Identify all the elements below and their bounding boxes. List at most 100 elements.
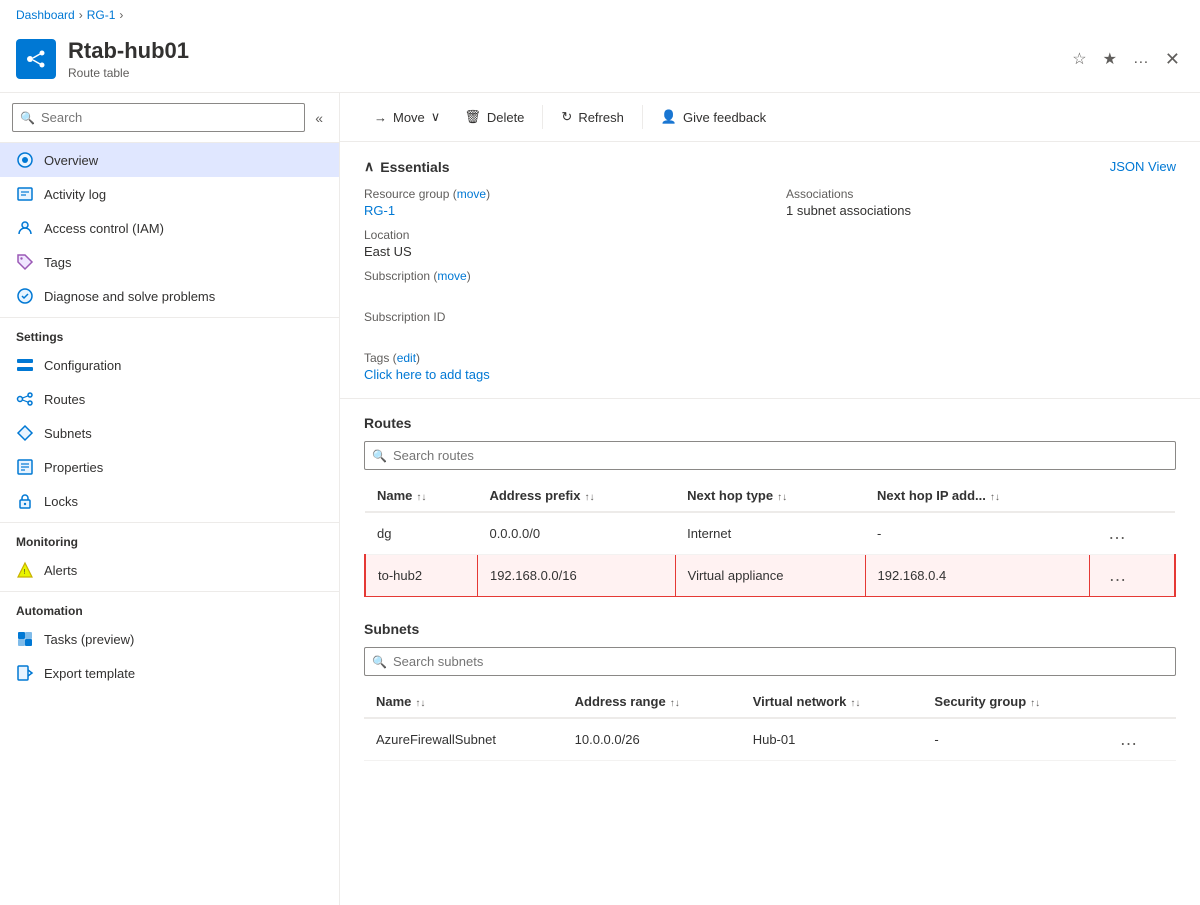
move-button[interactable]: → Move ∨	[364, 103, 450, 131]
subnets-table-header: Name↑↓ Address range↑↓ Virtual network↑↓…	[364, 686, 1176, 718]
collapse-sidebar-button[interactable]: «	[311, 106, 327, 130]
sidebar-item-label-overview: Overview	[44, 153, 98, 168]
delete-icon: 🗑	[464, 109, 481, 125]
subnets-col-sg: Security group↑↓	[922, 686, 1101, 718]
refresh-icon: ↻	[561, 109, 572, 125]
rg-value-link[interactable]: RG-1	[364, 203, 754, 218]
subnets-col-vnet: Virtual network↑↓	[741, 686, 923, 718]
breadcrumb: Dashboard › RG-1 ›	[0, 0, 1200, 30]
field-subscription: Subscription (move)	[364, 269, 754, 300]
tags-icon	[16, 253, 34, 271]
iam-icon	[16, 219, 34, 237]
feedback-button[interactable]: 👤 Give feedback	[651, 103, 776, 131]
overview-icon	[16, 151, 34, 169]
sidebar-item-tags[interactable]: Tags	[0, 245, 339, 279]
sort-icon-hop-type[interactable]: ↑↓	[777, 492, 787, 503]
subnets-search-input[interactable]	[364, 647, 1176, 676]
diagnose-icon	[16, 287, 34, 305]
routes-table-header: Name↑↓ Address prefix↑↓ Next hop type↑↓ …	[365, 480, 1175, 512]
sidebar-item-routes[interactable]: Routes	[0, 382, 339, 416]
routes-title: Routes	[364, 415, 1176, 431]
sidebar-item-tasks[interactable]: Tasks (preview)	[0, 622, 339, 656]
sidebar-item-diagnose[interactable]: Diagnose and solve problems	[0, 279, 339, 313]
move-rg-link[interactable]: move	[457, 187, 486, 201]
content-area: → Move ∨ 🗑 Delete ↻ Refresh 👤 Give feedb…	[340, 93, 1200, 905]
sidebar-item-activity-log[interactable]: Activity log	[0, 177, 339, 211]
table-row: AzureFirewallSubnet 10.0.0.0/26 Hub-01 -…	[364, 718, 1176, 761]
search-icon: 🔍	[20, 111, 35, 125]
sidebar-item-properties[interactable]: Properties	[0, 450, 339, 484]
config-icon	[16, 356, 34, 374]
essentials-grid: Resource group (move) RG-1 Location East…	[364, 187, 1176, 382]
header-actions: ☆ ★ … ✕	[1068, 45, 1184, 74]
sidebar-item-access-control[interactable]: Access control (IAM)	[0, 211, 339, 245]
more-options-button[interactable]: …	[1129, 46, 1153, 72]
essentials-header: ∧ Essentials JSON View	[364, 158, 1176, 175]
locks-icon	[16, 492, 34, 510]
field-associations: Associations 1 subnet associations	[786, 187, 1176, 218]
breadcrumb-dashboard[interactable]: Dashboard	[16, 8, 75, 22]
sort-icon-name[interactable]: ↑↓	[416, 492, 426, 503]
sidebar-item-label-locks: Locks	[44, 494, 78, 509]
sort-icon-subnet-sg[interactable]: ↑↓	[1030, 698, 1040, 709]
sidebar-item-export[interactable]: Export template	[0, 656, 339, 690]
subnet-more-button[interactable]: …	[1113, 727, 1143, 752]
subnets-table: Name↑↓ Address range↑↓ Virtual network↑↓…	[364, 686, 1176, 761]
sidebar-item-alerts[interactable]: ! Alerts	[0, 553, 339, 587]
table-row: dg 0.0.0.0/0 Internet - …	[365, 512, 1175, 555]
subnet-actions: …	[1101, 718, 1176, 761]
subnets-col-range: Address range↑↓	[563, 686, 741, 718]
routes-search-wrapper: 🔍	[364, 441, 1176, 470]
add-tags-link[interactable]: Click here to add tags	[364, 367, 754, 382]
subnets-title: Subnets	[364, 621, 1176, 637]
sort-icon-subnet-vnet[interactable]: ↑↓	[850, 698, 860, 709]
pin-outline-button[interactable]: ☆	[1068, 45, 1090, 73]
sidebar-item-label-iam: Access control (IAM)	[44, 221, 164, 236]
toolbar-divider	[542, 105, 543, 129]
sidebar-item-label-subnets: Subnets	[44, 426, 92, 441]
essentials-title: ∧ Essentials	[364, 158, 450, 175]
routes-col-actions	[1090, 480, 1175, 512]
route-more-button-tohub2[interactable]: …	[1102, 563, 1132, 588]
close-button[interactable]: ✕	[1161, 45, 1184, 74]
field-resource-group: Resource group (move) RG-1	[364, 187, 754, 218]
route-actions-tohub2: …	[1090, 555, 1175, 597]
delete-button[interactable]: 🗑 Delete	[454, 103, 534, 131]
resource-name: Rtab-hub01	[68, 38, 1068, 64]
field-subscription-id: Subscription ID	[364, 310, 754, 341]
sort-icon-subnet-range[interactable]: ↑↓	[670, 698, 680, 709]
sidebar-item-configuration[interactable]: Configuration	[0, 348, 339, 382]
feedback-icon: 👤	[661, 109, 677, 125]
routes-search-input[interactable]	[364, 441, 1176, 470]
move-sub-link[interactable]: move	[437, 269, 466, 283]
sidebar-item-overview[interactable]: Overview	[0, 143, 339, 177]
sidebar-item-locks[interactable]: Locks	[0, 484, 339, 518]
route-hopip-dg: -	[865, 512, 1090, 555]
subnets-search-wrapper: 🔍	[364, 647, 1176, 676]
search-input[interactable]	[12, 103, 305, 132]
routes-col-hop-type: Next hop type↑↓	[675, 480, 865, 512]
route-more-button-dg[interactable]: …	[1102, 521, 1132, 546]
move-chevron-icon: ∨	[431, 109, 441, 125]
sidebar-item-subnets[interactable]: Subnets	[0, 416, 339, 450]
favorite-button[interactable]: ★	[1099, 45, 1121, 73]
breadcrumb-rg1[interactable]: RG-1	[87, 8, 116, 22]
sort-icon-hop-ip[interactable]: ↑↓	[990, 492, 1000, 503]
resource-header: Rtab-hub01 Route table ☆ ★ … ✕	[0, 30, 1200, 93]
route-name-tohub2: to-hub2	[365, 555, 477, 597]
sort-icon-address[interactable]: ↑↓	[585, 492, 595, 503]
json-view-link[interactable]: JSON View	[1110, 159, 1176, 174]
subnet-vnet: Hub-01	[741, 718, 923, 761]
edit-tags-link[interactable]: edit	[397, 351, 416, 365]
route-name-dg: dg	[365, 512, 477, 555]
refresh-button[interactable]: ↻ Refresh	[551, 103, 633, 131]
properties-icon	[16, 458, 34, 476]
move-icon: →	[374, 110, 387, 125]
sidebar-item-label-alerts: Alerts	[44, 563, 77, 578]
table-row: to-hub2 192.168.0.0/16 Virtual appliance…	[365, 555, 1175, 597]
sidebar-item-label-activity: Activity log	[44, 187, 106, 202]
route-hopip-tohub2: 192.168.0.4	[865, 555, 1090, 597]
sidebar-section-automation: Automation	[0, 591, 339, 622]
sort-icon-subnet-name[interactable]: ↑↓	[415, 698, 425, 709]
sidebar-item-label-tags: Tags	[44, 255, 71, 270]
